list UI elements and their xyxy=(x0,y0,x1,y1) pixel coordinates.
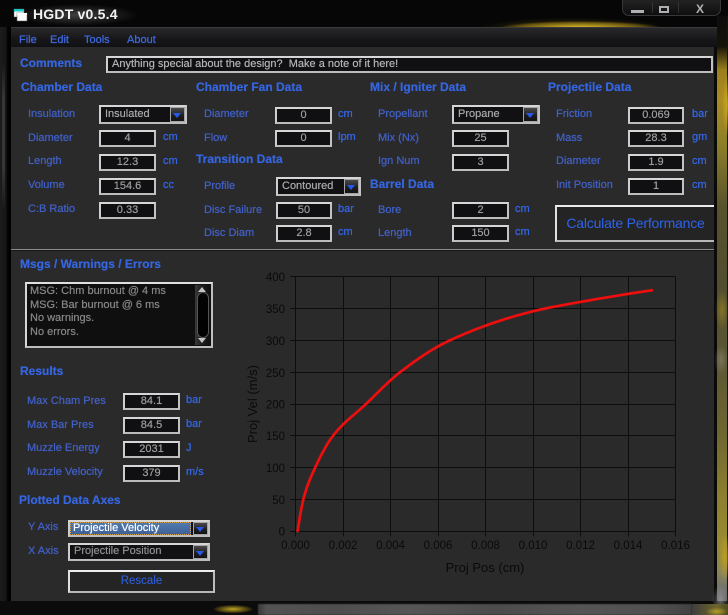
svg-text:50: 50 xyxy=(272,495,285,507)
svg-text:0.000: 0.000 xyxy=(281,540,310,552)
svg-text:200: 200 xyxy=(266,400,285,412)
svg-text:Proj Vel (m/s): Proj Vel (m/s) xyxy=(245,365,260,443)
svg-text:0: 0 xyxy=(279,527,285,539)
svg-text:0.002: 0.002 xyxy=(329,540,358,552)
svg-text:300: 300 xyxy=(266,336,285,348)
svg-text:0.004: 0.004 xyxy=(376,540,405,552)
svg-text:250: 250 xyxy=(266,368,285,380)
svg-text:0.016: 0.016 xyxy=(661,540,690,552)
svg-text:350: 350 xyxy=(266,304,285,316)
svg-text:0.006: 0.006 xyxy=(424,540,453,552)
svg-text:100: 100 xyxy=(266,463,285,475)
svg-text:Proj Pos (cm): Proj Pos (cm) xyxy=(446,560,525,575)
svg-text:400: 400 xyxy=(266,272,285,284)
svg-text:0.012: 0.012 xyxy=(566,540,595,552)
svg-text:0.010: 0.010 xyxy=(519,540,548,552)
svg-text:150: 150 xyxy=(266,431,285,443)
svg-text:0.008: 0.008 xyxy=(471,540,500,552)
svg-text:0.014: 0.014 xyxy=(614,540,643,552)
